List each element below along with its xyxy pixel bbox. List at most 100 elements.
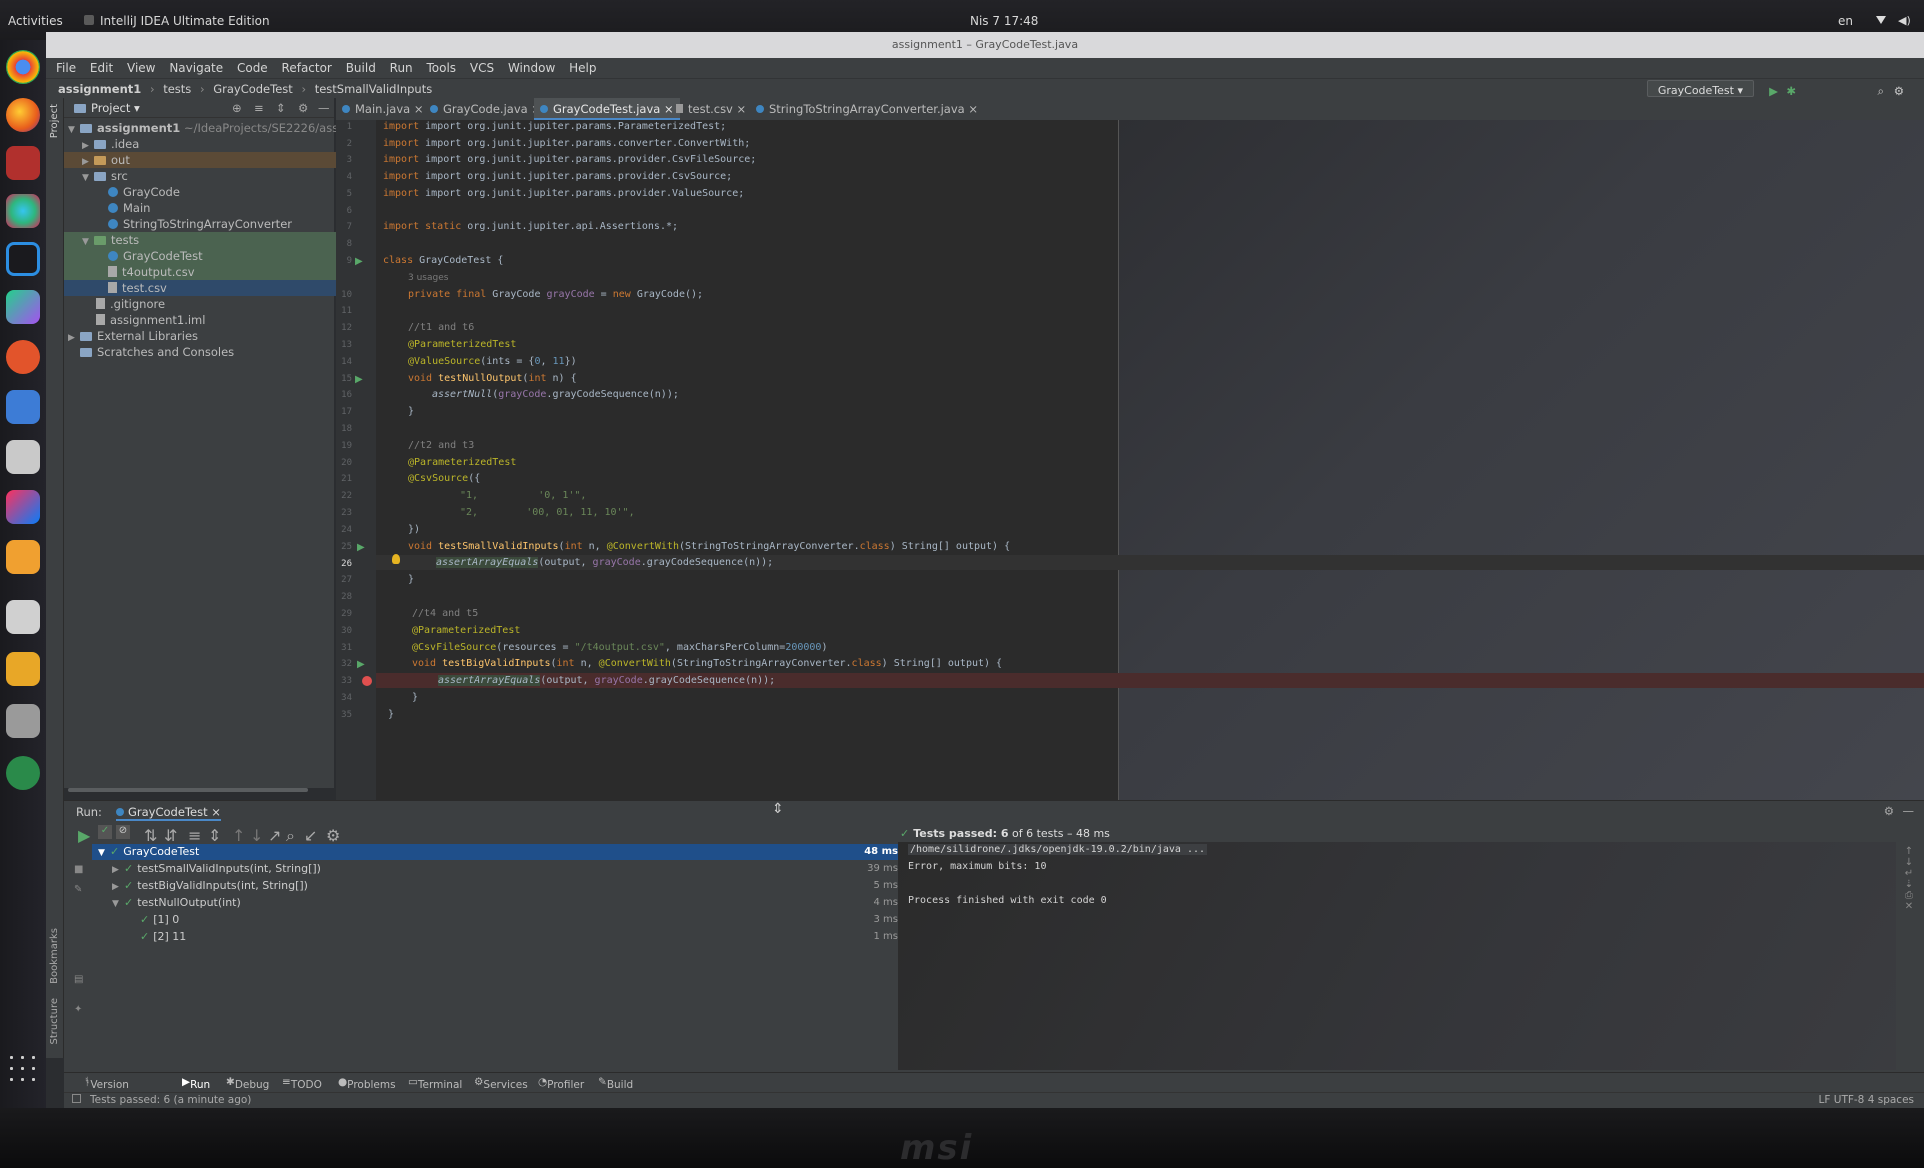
print-icon[interactable]: ⎙ bbox=[1898, 890, 1920, 901]
menu-navigate[interactable]: Navigate bbox=[169, 61, 223, 75]
run-test-gutter-icon[interactable]: ▶ bbox=[357, 659, 366, 670]
tab-test-csv[interactable]: test.csv × bbox=[670, 98, 752, 120]
tree-item-assignment1[interactable]: ▼ assignment1 ~/IdeaProjects/SE2226/assig… bbox=[64, 120, 367, 136]
run-test-gutter-icon[interactable]: ▶ bbox=[357, 542, 366, 553]
run-config-selector[interactable]: GrayCodeTest ▾ bbox=[1646, 80, 1754, 97]
locate-icon[interactable]: ⊕ bbox=[232, 98, 242, 118]
bookmarks-tool-button[interactable]: Bookmarks bbox=[49, 928, 60, 984]
postman-icon[interactable] bbox=[6, 340, 40, 374]
usages-hint[interactable]: 3 usages bbox=[408, 271, 448, 285]
history-icon[interactable]: ⌕ bbox=[286, 826, 295, 846]
menu-tools[interactable]: Tools bbox=[427, 61, 457, 75]
tab-main-java[interactable]: Main.java × bbox=[336, 98, 430, 120]
tree-item-graycodetest[interactable]: GrayCodeTest bbox=[64, 248, 336, 264]
tool-debug[interactable]: ✱ Debug bbox=[226, 1076, 269, 1091]
menu-code[interactable]: Code bbox=[237, 61, 268, 75]
tree-item-main[interactable]: Main bbox=[64, 200, 336, 216]
run-test-gutter-icon[interactable]: ▶ bbox=[355, 256, 364, 267]
language-indicator[interactable]: en bbox=[1838, 14, 1853, 28]
menu-refactor[interactable]: Refactor bbox=[282, 61, 332, 75]
trash-icon[interactable] bbox=[6, 756, 40, 790]
tool-version-control[interactable]: ᚬ Version Control bbox=[84, 1076, 129, 1103]
prev-failed-icon[interactable]: ↑ bbox=[232, 826, 245, 845]
tool-todo[interactable]: ≡ TODO bbox=[282, 1076, 322, 1091]
gear-icon[interactable]: ⚙ bbox=[298, 98, 308, 118]
breadcrumb-method[interactable]: testSmallValidInputs bbox=[315, 82, 433, 96]
test-row-root[interactable]: ▼ ✓ GrayCodeTest 48 ms bbox=[92, 844, 898, 860]
wifi-icon[interactable] bbox=[1876, 16, 1886, 24]
run-tab-graycodetest[interactable]: GrayCodeTest × bbox=[116, 805, 221, 821]
datagrip-icon[interactable] bbox=[6, 290, 40, 324]
breakpoint-icon[interactable] bbox=[362, 676, 372, 686]
minimize-icon[interactable]: — bbox=[1903, 804, 1915, 818]
lightbulb-icon[interactable] bbox=[392, 554, 400, 564]
show-ignored-icon[interactable]: ⊘ bbox=[116, 825, 130, 839]
console-command-line[interactable]: /home/silidrone/.jdks/openjdk-19.0.2/bin… bbox=[908, 844, 1208, 855]
test-row[interactable]: ✓ [1] 03 ms bbox=[92, 912, 898, 928]
soft-wrap-icon[interactable]: ↵ bbox=[1898, 868, 1920, 879]
tool-build[interactable]: ✎ Build bbox=[598, 1076, 633, 1091]
tree-item-converter[interactable]: StringToStringArrayConverter bbox=[64, 216, 336, 232]
test-row[interactable]: ▼ ✓ testNullOutput(int) 4 ms bbox=[92, 895, 898, 911]
expand-all-icon[interactable]: ≡ bbox=[188, 826, 201, 845]
project-tool-button[interactable]: Project bbox=[49, 104, 60, 138]
tool-run[interactable]: ▶ Run bbox=[182, 1076, 210, 1091]
menu-build[interactable]: Build bbox=[346, 61, 376, 75]
show-apps-icon[interactable] bbox=[6, 1052, 40, 1086]
stop-icon[interactable]: ■ bbox=[74, 864, 83, 875]
tree-item-idea[interactable]: ▶ .idea bbox=[64, 136, 336, 152]
breadcrumb-folder[interactable]: tests bbox=[163, 82, 191, 96]
tab-graycode-java[interactable]: GrayCode.java × bbox=[424, 98, 547, 120]
tree-item-external-libraries[interactable]: ▶ External Libraries bbox=[64, 328, 336, 344]
document-icon[interactable] bbox=[6, 600, 40, 634]
tool-terminal[interactable]: ▭ Terminal bbox=[408, 1076, 462, 1091]
clion-icon[interactable] bbox=[6, 540, 40, 574]
activities-button[interactable]: Activities bbox=[8, 14, 63, 28]
horizontal-scrollbar[interactable] bbox=[68, 788, 308, 792]
sort-duration-icon[interactable]: ⇵ bbox=[164, 826, 177, 845]
tree-item-testcsv[interactable]: test.csv bbox=[64, 280, 336, 296]
test-row[interactable]: ✓ [2] 11 1 ms bbox=[92, 929, 898, 945]
tool-services[interactable]: ⚙ Services bbox=[474, 1076, 528, 1091]
console-output[interactable]: /home/silidrone/.jdks/openjdk-19.0.2/bin… bbox=[898, 842, 1896, 1070]
menu-run[interactable]: Run bbox=[390, 61, 413, 75]
scroll-up-icon[interactable]: ↑ bbox=[1898, 846, 1920, 857]
structure-tool-button[interactable]: Structure bbox=[49, 998, 60, 1045]
tool-profiler[interactable]: ◔ Profiler bbox=[538, 1076, 584, 1091]
collapse-all-icon[interactable]: ⇕ bbox=[208, 826, 221, 845]
menu-view[interactable]: View bbox=[127, 61, 155, 75]
tab-graycodetest-java[interactable]: GrayCodeTest.java × bbox=[534, 98, 680, 120]
run-test-gutter-icon[interactable]: ▶ bbox=[355, 374, 364, 385]
status-message[interactable]: Tests passed: 6 (a minute ago) bbox=[90, 1094, 251, 1106]
status-panel-icon[interactable] bbox=[72, 1094, 81, 1103]
breadcrumb-project[interactable]: assignment1 bbox=[58, 82, 141, 96]
menu-edit[interactable]: Edit bbox=[90, 61, 113, 75]
tree-item-tests[interactable]: ▼ tests bbox=[64, 232, 336, 248]
gear-icon[interactable]: ⚙ bbox=[1884, 804, 1894, 818]
next-failed-icon[interactable]: ↓ bbox=[250, 826, 263, 845]
menu-file[interactable]: File bbox=[56, 61, 76, 75]
tool-problems[interactable]: ● Problems bbox=[338, 1076, 396, 1091]
calculator-icon[interactable] bbox=[6, 652, 40, 686]
tree-item-out[interactable]: ▶ out bbox=[64, 152, 336, 168]
rerun-icon[interactable]: ▶ bbox=[78, 826, 90, 845]
tree-item-iml[interactable]: assignment1.iml bbox=[64, 312, 336, 328]
sort-alpha-icon[interactable]: ⇅ bbox=[144, 826, 157, 845]
resize-handle-icon[interactable]: ⇕ bbox=[772, 801, 784, 817]
chrome-icon[interactable] bbox=[6, 50, 40, 84]
show-passed-icon[interactable]: ✓ bbox=[98, 825, 112, 839]
intellij-icon[interactable] bbox=[6, 490, 40, 524]
tree-item-src[interactable]: ▼ src bbox=[64, 168, 336, 184]
slack-icon[interactable] bbox=[6, 194, 40, 228]
clock[interactable]: Nis 7 17:48 bbox=[970, 14, 1038, 28]
files-icon[interactable] bbox=[6, 440, 40, 474]
tab-converter-java[interactable]: StringToStringArrayConverter.java × bbox=[750, 98, 984, 120]
screenshot-app-icon[interactable] bbox=[6, 146, 40, 180]
vscode-icon[interactable] bbox=[6, 242, 40, 276]
breadcrumb-class[interactable]: GrayCodeTest bbox=[213, 82, 293, 96]
scroll-to-end-icon[interactable]: ⇣ bbox=[1898, 879, 1920, 890]
hide-icon[interactable]: — bbox=[318, 98, 330, 118]
disk-icon[interactable] bbox=[6, 704, 40, 738]
import-icon[interactable]: ↙ bbox=[304, 826, 317, 845]
app-menu[interactable]: IntelliJ IDEA Ultimate Edition bbox=[100, 14, 270, 28]
